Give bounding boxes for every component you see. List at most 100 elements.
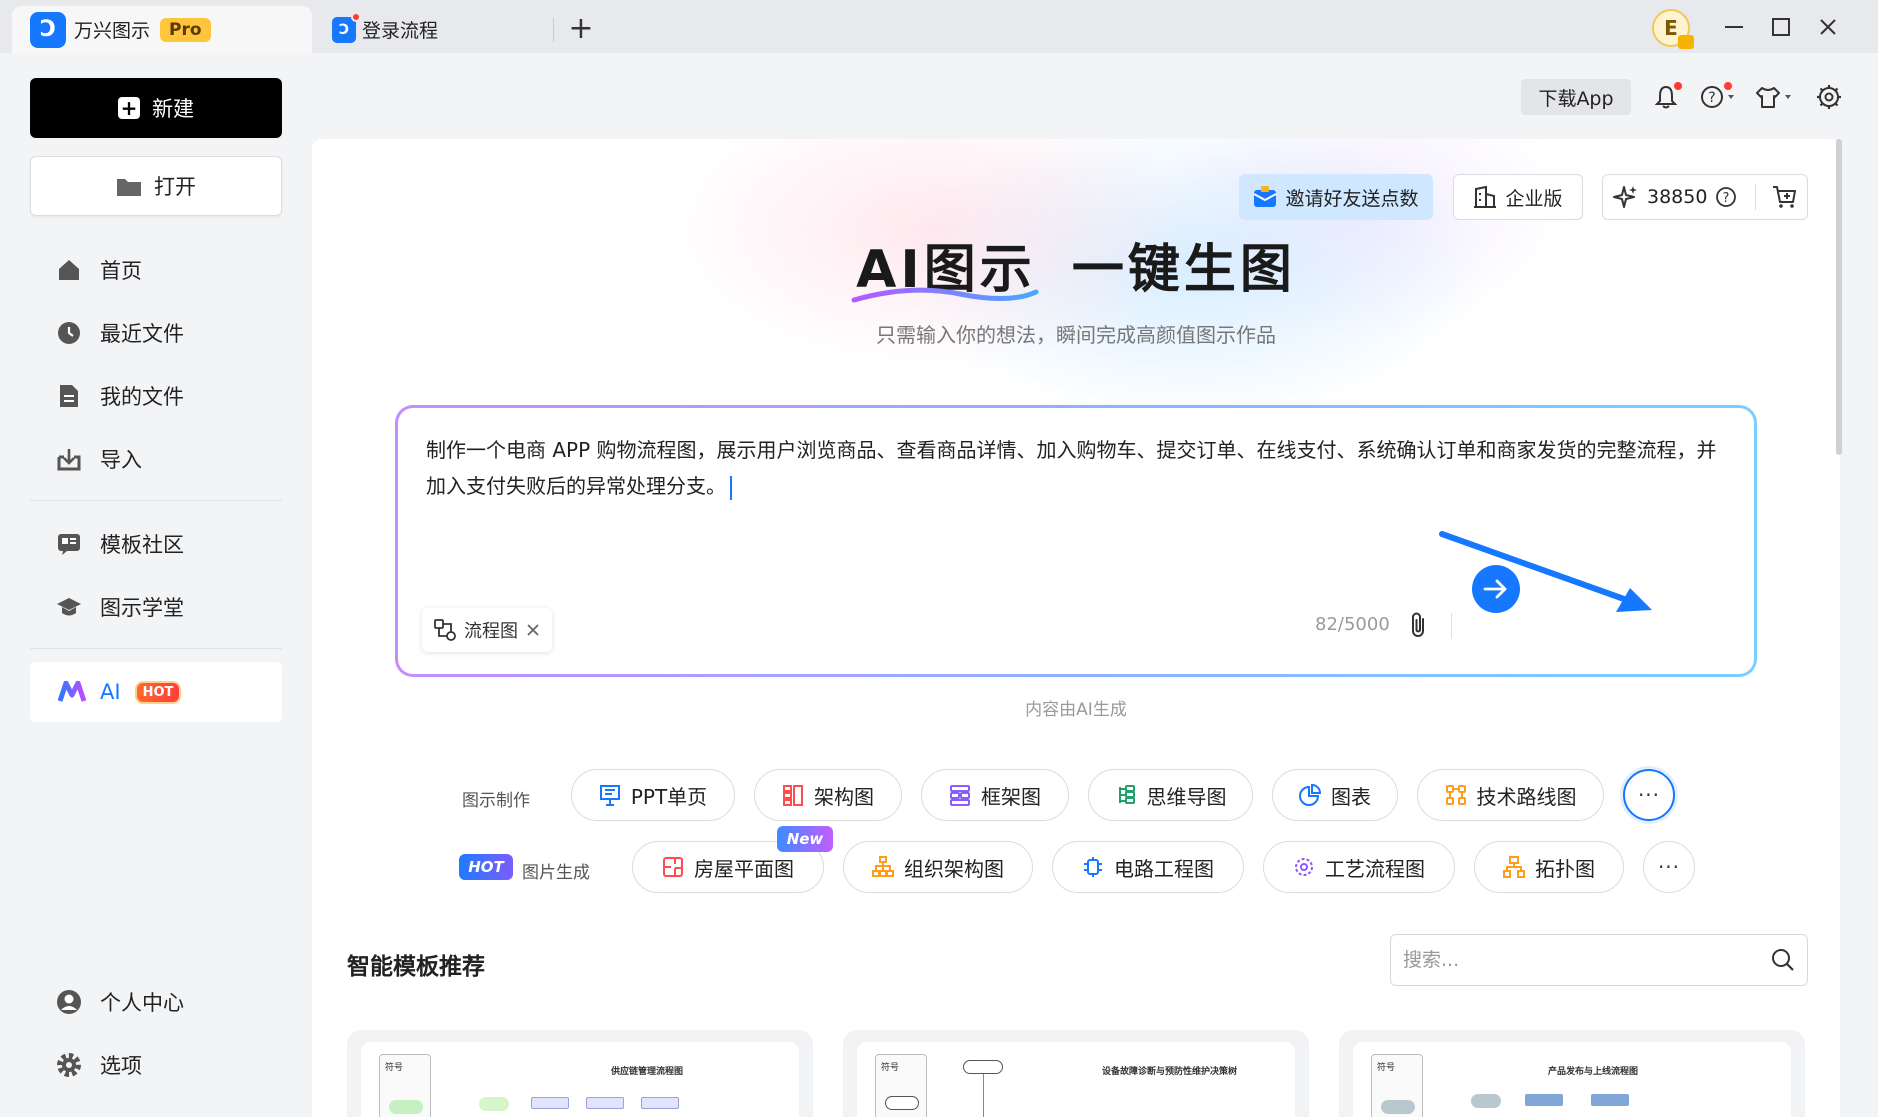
avatar[interactable]: E: [1652, 9, 1694, 49]
chip-ppt[interactable]: PPT单页: [571, 769, 735, 821]
tab-home[interactable]: Ↄ 万兴图示 Pro: [12, 6, 312, 53]
tab-divider: [553, 18, 554, 42]
new-button[interactable]: + 新建: [30, 78, 282, 138]
svg-text:?: ?: [1708, 90, 1715, 106]
sidebar-item-label: 个人中心: [100, 991, 184, 1015]
org-chart-icon: [872, 856, 894, 877]
tab-document-label: 登录流程: [362, 20, 439, 42]
chip-framework[interactable]: 框架图: [921, 769, 1069, 821]
chip-chart[interactable]: 图表: [1272, 769, 1398, 821]
sidebar-item-recent[interactable]: 最近文件: [56, 313, 184, 353]
prompt-input[interactable]: 制作一个电商 APP 购物流程图，展示用户浏览商品、查看商品详情、加入购物车、提…: [426, 432, 1726, 504]
close-button[interactable]: [1810, 10, 1846, 44]
chip-circuit[interactable]: 电路工程图: [1052, 841, 1244, 893]
clock-icon: [56, 320, 82, 346]
template-card[interactable]: 符号 产品发布与上线流程图: [1339, 1030, 1805, 1117]
app-logo-icon: Ↄ: [30, 11, 66, 48]
sidebar-item-profile[interactable]: 个人中心: [56, 982, 184, 1022]
text-caret: [730, 475, 732, 500]
search-icon[interactable]: [1771, 948, 1795, 972]
roadmap-icon: [1445, 785, 1466, 805]
flow-node: [1591, 1094, 1629, 1106]
hot-badge: HOT: [459, 854, 513, 880]
flow-node: [586, 1097, 624, 1109]
sidebar-divider: [30, 648, 282, 649]
envelope-gift-icon: [1254, 186, 1277, 207]
open-button[interactable]: 打开: [30, 156, 282, 216]
annotation-arrow: [1439, 531, 1652, 612]
pro-badge: Pro: [160, 17, 211, 42]
chip-org-chart[interactable]: 组织架构图: [843, 841, 1033, 893]
notification-bell-icon[interactable]: [1650, 82, 1682, 112]
sidebar-item-label: 首页: [100, 259, 142, 283]
skin-shirt-icon[interactable]: [1754, 82, 1794, 112]
chip-architecture[interactable]: 架构图: [754, 769, 902, 821]
import-icon: [56, 446, 82, 472]
ai-logo-icon: [58, 681, 86, 702]
sidebar-item-my-files[interactable]: 我的文件: [56, 376, 184, 416]
sidebar-item-label: 最近文件: [100, 322, 184, 346]
settings-gear-icon[interactable]: [1813, 82, 1845, 112]
chip-tech-roadmap[interactable]: 技术路线图: [1417, 769, 1604, 821]
tab-document[interactable]: Ↄ 登录流程: [314, 6, 554, 53]
sidebar-item-label: 导入: [100, 448, 142, 472]
ai-generated-note: 内容由AI生成: [1025, 700, 1127, 720]
framework-icon: [950, 785, 970, 806]
pie-chart-icon: [1299, 784, 1321, 806]
template-card[interactable]: 符号 设备故障诊断与预防性维护决策树: [843, 1030, 1309, 1117]
cart-add-icon[interactable]: [1772, 185, 1798, 209]
flowchart-icon: [434, 619, 456, 641]
invite-label: 邀请好友送点数: [1285, 187, 1419, 210]
swoosh-decoration: [851, 287, 1039, 303]
flow-node: [885, 1096, 919, 1110]
sidebar-item-home[interactable]: 首页: [56, 250, 142, 290]
sidebar-item-import[interactable]: 导入: [56, 439, 142, 479]
sidebar-item-ai[interactable]: AI HOT: [30, 662, 282, 722]
template-card[interactable]: 符号 供应链管理流程图: [347, 1030, 813, 1117]
add-tab-button[interactable]: +: [566, 12, 596, 46]
help-icon[interactable]: ?: [1698, 82, 1738, 112]
chip-mindmap[interactable]: 思维导图: [1088, 769, 1253, 821]
close-icon: [1820, 19, 1836, 35]
sidebar-item-options[interactable]: 选项: [56, 1045, 142, 1085]
maximize-icon: [1772, 18, 1790, 36]
help-circle-icon[interactable]: ?: [1715, 186, 1737, 208]
flow-node: [641, 1097, 679, 1109]
enterprise-button[interactable]: 企业版: [1453, 174, 1583, 220]
flow-node: [1471, 1094, 1501, 1108]
sidebar-item-ai-label: AI: [100, 680, 121, 704]
maximize-button[interactable]: [1763, 10, 1799, 44]
folder-icon: [117, 179, 141, 196]
sidebar-item-academy[interactable]: 图示学堂: [56, 587, 184, 627]
chip-floor-plan[interactable]: 房屋平面图 New: [632, 826, 833, 893]
points-balance[interactable]: 38850 ?: [1602, 174, 1808, 220]
download-app-button[interactable]: 下载App: [1521, 79, 1631, 115]
close-icon[interactable]: [526, 623, 540, 637]
template-search[interactable]: [1390, 934, 1808, 986]
sidebar-divider: [30, 500, 282, 501]
flow-node: [1525, 1094, 1563, 1106]
scrollbar[interactable]: [1836, 139, 1842, 455]
diagram-type-label: 流程图: [464, 621, 518, 642]
open-button-label: 打开: [154, 175, 196, 199]
row-label-diagram: 图示制作: [462, 791, 530, 811]
document-icon: Ↄ: [332, 11, 361, 43]
process-gear-icon: [1295, 858, 1313, 876]
search-input[interactable]: [1403, 949, 1763, 971]
more-diagram-types-button[interactable]: ···: [1623, 769, 1675, 821]
minimize-button[interactable]: [1716, 10, 1752, 44]
chip-topology[interactable]: 拓扑图: [1474, 841, 1624, 893]
sidebar-item-label: 选项: [100, 1054, 142, 1078]
new-badge: New: [777, 826, 833, 852]
template-icon: [56, 531, 82, 557]
flow-node: [479, 1097, 509, 1111]
new-button-label: 新建: [152, 97, 194, 121]
hero-subtitle: 只需输入你的想法，瞬间完成高颜值图示作品: [876, 323, 1276, 347]
invite-friends-button[interactable]: 邀请好友送点数: [1239, 174, 1433, 220]
flow-node: [531, 1097, 569, 1109]
diagram-type-chip[interactable]: 流程图: [422, 608, 552, 652]
sidebar-item-template-community[interactable]: 模板社区: [56, 524, 184, 564]
chip-process-flow[interactable]: 工艺流程图: [1263, 841, 1455, 893]
gear-icon: [56, 1052, 82, 1078]
more-image-types-button[interactable]: ···: [1643, 841, 1695, 893]
